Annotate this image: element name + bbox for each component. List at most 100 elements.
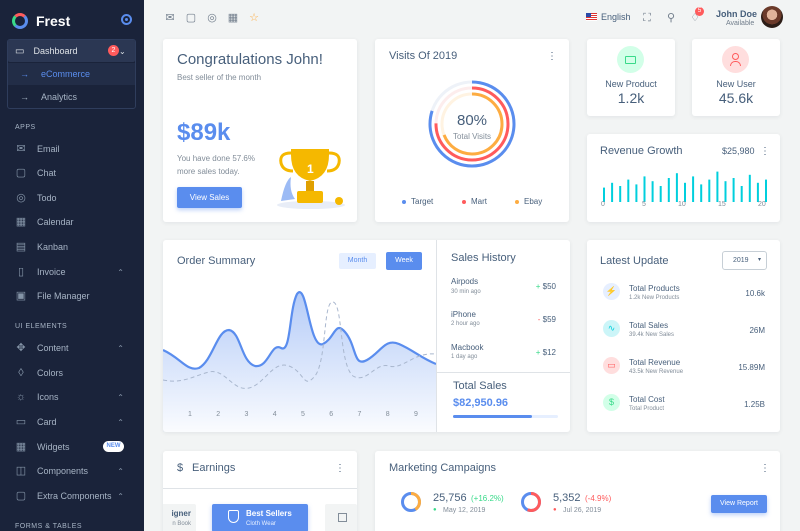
sidebar-item-label: Card (37, 417, 57, 427)
sale-amount: + $12 (535, 348, 556, 357)
earnings-slide-next[interactable] (325, 504, 357, 531)
revenue-bar (643, 176, 646, 202)
widgets-icon: ▦ (15, 441, 27, 453)
sidebar-item-label: Icons (37, 392, 59, 402)
update-title: Total Cost (629, 395, 665, 404)
check-square-icon[interactable]: ◎ (206, 12, 218, 24)
sidebar-item-content[interactable]: ✥ Content ⌃ (0, 337, 144, 359)
more-vertical-icon[interactable]: ⋮ (760, 147, 770, 157)
sidebar-item-chat[interactable]: ▢ Chat (0, 162, 144, 184)
mail-icon[interactable]: ✉ (164, 12, 176, 24)
view-sales-button[interactable]: View Sales (177, 187, 242, 208)
revenue-bar (748, 174, 751, 202)
update-value: 10.6k (745, 289, 765, 298)
legend-ebay: Ebay (515, 197, 542, 206)
revenue-bar (603, 187, 605, 202)
sidebar-item-label: Dashboard (33, 46, 78, 56)
sidebar-item-dashboard[interactable]: ▭ Dashboard 2 ⌄ (8, 40, 135, 62)
revenue-bar-chart (603, 171, 767, 202)
update-sub: 39.4k New Sales (629, 332, 675, 338)
x-tick: 6 (329, 411, 334, 418)
arrow-right-icon: → (20, 69, 29, 79)
sidebar-item-kanban[interactable]: ▤ Kanban (0, 236, 144, 258)
update-value: 26M (749, 326, 765, 335)
tab-month[interactable]: Month (339, 253, 376, 269)
sidebar-item-file-manager[interactable]: ▣ File Manager (0, 285, 144, 307)
more-vertical-icon[interactable]: ⋮ (760, 464, 770, 474)
revenue-bar (635, 184, 638, 202)
total-sales-value: $82,950.96 (453, 397, 509, 409)
user-status: Available (726, 20, 755, 27)
more-vertical-icon[interactable]: ⋮ (547, 52, 557, 62)
sidebar-item-analytics[interactable]: → Analytics (8, 86, 135, 108)
campaign-value: 25,756 (433, 492, 467, 504)
x-tick: 3 (244, 411, 249, 418)
slide-title: igner (171, 509, 191, 518)
sidebar-item-components[interactable]: ◫ Components ⌃ (0, 460, 144, 482)
sale-time: 2 hour ago (451, 321, 480, 327)
sale-time: 30 min ago (451, 289, 481, 295)
activity-icon: ∿ (603, 320, 620, 337)
sidebar-item-widgets[interactable]: ▦ Widgets NEW (0, 436, 144, 458)
brand[interactable]: Frest (12, 10, 70, 32)
check-circle-icon: ◎ (16, 192, 26, 204)
more-vertical-icon[interactable]: ⋮ (335, 464, 345, 474)
sidebar-item-label: Email (37, 144, 60, 154)
user-name[interactable]: John Doe (716, 9, 757, 19)
sidebar-item-email[interactable]: ✉ Email (0, 138, 144, 160)
x-tick: 5 (301, 411, 305, 418)
sidebar-item-ecommerce[interactable]: → eCommerce (8, 63, 135, 85)
revenue-bar (708, 179, 711, 202)
chevron-up-icon: ⌃ (117, 267, 124, 277)
user-icon (722, 46, 749, 73)
arrow-right-icon: → (20, 92, 29, 102)
revenue-bar (651, 181, 654, 202)
avatar[interactable] (761, 6, 783, 28)
view-report-button[interactable]: View Report (711, 495, 767, 513)
move-icon: ✥ (16, 342, 26, 354)
new-badge: NEW (103, 441, 124, 452)
chat-icon[interactable]: ▢ (185, 12, 197, 24)
chevron-up-icon: ⌃ (117, 343, 124, 353)
sidebar-item-label: File Manager (37, 291, 90, 301)
legend-dot (515, 199, 519, 204)
revenue-bar (659, 186, 662, 202)
sidebar-item-label: Kanban (37, 242, 69, 252)
chevron-up-icon: ⌃ (117, 466, 124, 476)
us-flag-icon (586, 13, 597, 21)
revenue-bar (724, 181, 727, 202)
chevron-up-icon: ⌃ (117, 392, 124, 402)
sidebar-item-label: eCommerce (41, 69, 91, 79)
sidebar-item-label: Components (37, 466, 89, 476)
sidebar-item-calendar[interactable]: ▦ Calendar (0, 211, 144, 233)
update-title: Total Revenue (629, 358, 681, 367)
sidebar-item-extra-components[interactable]: ▢ Extra Components ⌃ (0, 485, 144, 507)
language-selector[interactable]: English (586, 12, 631, 22)
tab-week[interactable]: Week (386, 252, 422, 270)
sales-history-title: Sales History (451, 252, 516, 264)
fullscreen-icon[interactable]: ⛶ (641, 12, 653, 24)
sidebar-item-label: Widgets (37, 442, 70, 452)
language-label: English (601, 12, 631, 22)
year-select[interactable]: 2019 ▾ (722, 251, 767, 270)
trophy-illustration: 1 (277, 149, 345, 209)
order-summary-chart (163, 291, 436, 432)
search-icon[interactable]: ⚲ (665, 12, 677, 24)
sidebar-item-label: Todo (37, 193, 57, 203)
congrats-amount: $89k (177, 119, 231, 146)
congratulations-card: Congratulations John! Best seller of the… (163, 39, 357, 222)
campaign-date: May 12, 2019 (443, 507, 486, 514)
update-value: 1.25B (744, 400, 765, 409)
sidebar-item-invoice[interactable]: ▯ Invoice ⌃ (0, 261, 144, 283)
dashboard-badge: 2 (108, 45, 119, 56)
sidebar-item-icons[interactable]: ☼ Icons ⌃ (0, 386, 144, 408)
earnings-slide-active[interactable]: Best Sellers Cloth Wear (212, 504, 308, 531)
sidebar-item-card[interactable]: ▭ Card ⌃ (0, 411, 144, 433)
earnings-slide-prev[interactable]: igner n Book (163, 504, 196, 531)
sale-name: Airpods (451, 277, 479, 286)
sidebar-item-colors[interactable]: ◊ Colors (0, 362, 144, 384)
sidebar-item-todo[interactable]: ◎ Todo (0, 187, 144, 209)
star-icon[interactable]: ☆ (248, 12, 260, 24)
calendar-icon[interactable]: ▦ (227, 12, 239, 24)
sidebar-toggle-icon[interactable] (121, 14, 132, 25)
